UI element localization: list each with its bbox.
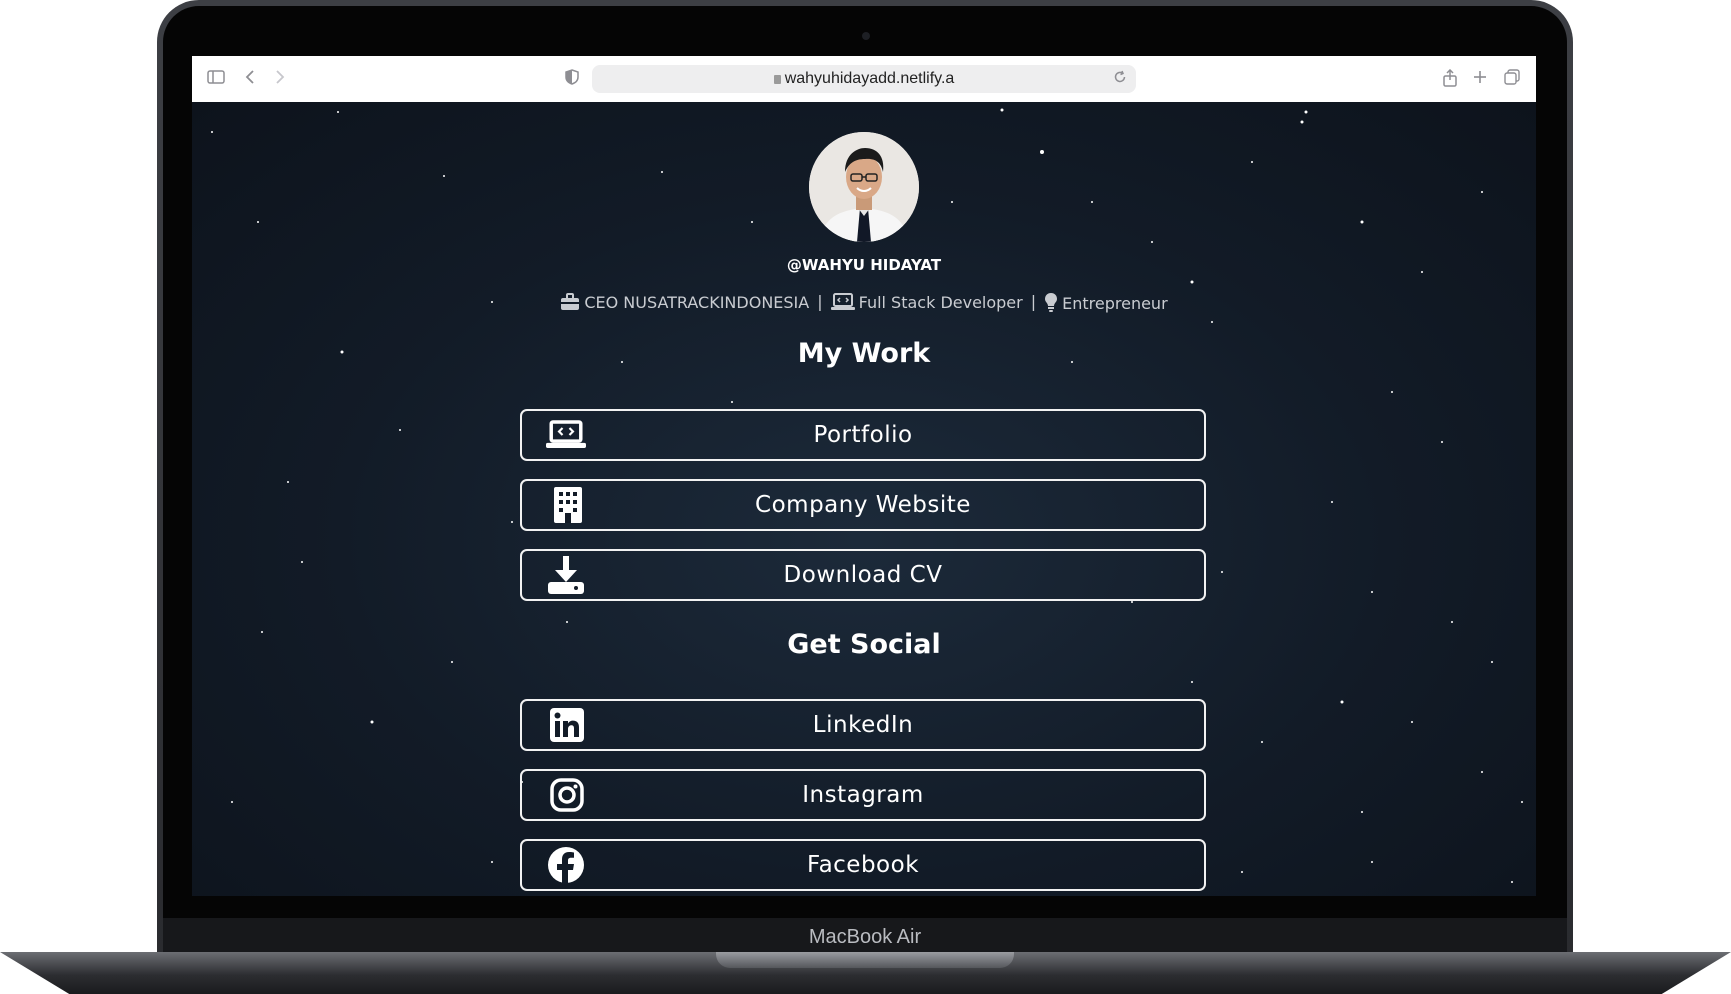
camera-icon	[862, 32, 870, 40]
role-developer: Full Stack Developer	[830, 293, 1023, 312]
get-social-title: Get Social	[787, 629, 941, 660]
profile-handle: @WAHYU HIDAYAT	[786, 256, 942, 274]
address-bar[interactable]: wahyuhidayadd.netlify.a	[592, 65, 1136, 93]
url-text: wahyuhidayadd.netlify.a	[784, 70, 955, 87]
share-icon[interactable]	[1440, 68, 1460, 89]
portfolio-label: Portfolio	[813, 422, 913, 448]
profile-tagline: CEO NUSATRACKINDONESIA | Full Stack Deve…	[192, 292, 1536, 313]
shield-icon[interactable]	[562, 69, 582, 89]
role-ceo-label: CEO NUSATRACKINDONESIA	[584, 293, 810, 312]
lightbulb-icon	[1045, 293, 1058, 312]
briefcase-icon	[561, 293, 580, 310]
browser-toolbar: wahyuhidayadd.netlify.a	[192, 56, 1536, 103]
my-work-title: My Work	[797, 338, 931, 369]
role-entrepreneur-label: Entrepreneur	[1062, 294, 1168, 313]
sidebar-icon[interactable]	[206, 69, 226, 89]
separator: |	[1030, 292, 1037, 311]
facebook-button[interactable]: Facebook	[520, 839, 1206, 891]
role-entrepreneur: Entrepreneur	[1044, 292, 1168, 313]
portfolio-button[interactable]: Portfolio	[520, 409, 1206, 461]
separator: |	[817, 292, 823, 311]
instagram-label: Instagram	[802, 782, 924, 808]
linkedin-label: LinkedIn	[812, 712, 914, 738]
model-label: MacBook Air	[808, 926, 922, 948]
page-content: @WAHYU HIDAYAT CEO NUSATRACKINDONESIA | …	[192, 102, 1536, 896]
tabs-overview-icon[interactable]	[1502, 69, 1522, 89]
reload-icon[interactable]	[1110, 69, 1130, 89]
role-developer-label: Full Stack Developer	[858, 293, 1023, 312]
linkedin-button[interactable]: LinkedIn	[520, 699, 1206, 751]
download-cv-label: Download CV	[783, 562, 943, 588]
new-tab-icon[interactable]	[1470, 69, 1490, 89]
forward-icon[interactable]	[270, 69, 290, 89]
screen: wahyuhidayadd.netlify.a @WAHYU HIDAYAT C…	[192, 56, 1536, 896]
instagram-button[interactable]: Instagram	[520, 769, 1206, 821]
company-website-button[interactable]: Company Website	[520, 479, 1206, 531]
back-icon[interactable]	[240, 69, 260, 89]
avatar	[809, 132, 919, 242]
lock-icon	[773, 75, 781, 84]
download-cv-button[interactable]: Download CV	[520, 549, 1206, 601]
company-website-label: Company Website	[755, 492, 971, 518]
facebook-label: Facebook	[806, 852, 920, 878]
role-ceo: CEO NUSATRACKINDONESIA	[560, 293, 809, 312]
laptop-hinge-notch	[716, 952, 1014, 968]
laptop-code-icon	[830, 293, 855, 310]
